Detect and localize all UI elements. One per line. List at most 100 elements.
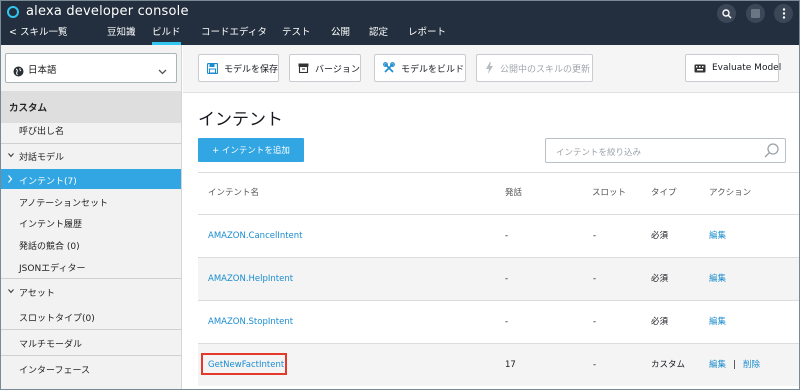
window: alexa developer console < スキル一覧 豆知識 ビルド … (0, 0, 800, 390)
intent-type: 必須 (651, 274, 669, 284)
top-bar: alexa developer console < スキル一覧 豆知識 ビルド … (1, 1, 799, 45)
version-label: バージョン (315, 64, 360, 75)
intent-type: 必須 (651, 231, 669, 241)
save-disk-icon (207, 62, 218, 74)
keyboard-icon (694, 64, 706, 73)
sidebar-item-label: インテント(7) (19, 177, 77, 187)
evaluate-model-label: Evaluate Model (712, 63, 782, 73)
intent-name-link[interactable]: AMAZON.StopIntent (208, 301, 293, 343)
edit-link[interactable]: 編集 (709, 215, 726, 257)
intent-filter-input[interactable]: インテントを絞り込み (545, 138, 786, 163)
archive-box-icon (298, 63, 309, 73)
sidebar-item-invocation[interactable]: 呼び出し名 (1, 120, 181, 143)
divider (1, 278, 181, 279)
search-icon[interactable] (717, 4, 736, 23)
slot-count: - (593, 274, 597, 284)
sidebar-item-label: 発話の競合 (0) (19, 242, 80, 252)
intent-name-link[interactable]: AMAZON.HelpIntent (208, 258, 293, 300)
sidebar-item-annotation-sets[interactable]: アノテーションセット (1, 192, 181, 212)
update-live-skill-label: 公開中のスキルの更新 (500, 64, 591, 75)
sidebar-section-custom[interactable]: カスタム (1, 91, 181, 123)
sidebar-item-label: マルチモーダル (19, 340, 83, 350)
edit-link[interactable]: 編集 (709, 344, 726, 386)
sidebar-item-label: インターフェース (19, 366, 91, 376)
table-row: GetNewFactIntent 17 - カスタム 編集 | 削除 (198, 344, 799, 386)
utterance-count: - (505, 317, 509, 327)
intent-type: 必須 (651, 317, 669, 327)
intent-type: カスタム (651, 360, 686, 370)
sidebar-item-dialog-model[interactable]: 対話モデル (1, 147, 181, 165)
slot-count: - (593, 231, 597, 241)
build-model-label: モデルをビルド (401, 64, 465, 75)
sidebar-item-utterance-conflicts[interactable]: 発話の競合 (0) (1, 235, 181, 255)
table-row: AMAZON.CancelIntent - - 必須 編集 (198, 215, 799, 257)
save-model-button[interactable]: モデルを保存 (198, 54, 279, 82)
divider (1, 355, 181, 356)
chevron-down-icon (8, 151, 14, 161)
lightning-icon (485, 62, 494, 74)
nav-item-reports[interactable]: レポート (408, 26, 446, 45)
utterance-count: - (505, 274, 509, 284)
filter-placeholder: インテントを絞り込み (556, 148, 642, 158)
sidebar-item-interfaces[interactable]: インターフェース (1, 358, 181, 378)
table-row: AMAZON.StopIntent - - 必須 編集 (198, 301, 799, 343)
utterance-count: - (505, 231, 509, 241)
evaluate-model-button[interactable]: Evaluate Model (685, 54, 782, 82)
search-icon (763, 142, 781, 164)
sidebar-item-label: アセット (19, 289, 55, 299)
sidebar-item-label: アノテーションセット (19, 199, 109, 209)
intent-name-link[interactable]: AMAZON.CancelIntent (208, 215, 303, 257)
table-row: AMAZON.HelpIntent - - 必須 編集 (198, 258, 799, 300)
globe-icon (13, 62, 24, 81)
delete-link[interactable]: 削除 (743, 344, 760, 386)
intent-name-link[interactable]: GetNewFactIntent (208, 344, 284, 386)
sidebar-item-intents[interactable]: インテント(7) (1, 169, 181, 189)
main-content: モデルを保存 バージョン モデルをビルド 公開中のスキルの更新 Evaluate… (183, 45, 799, 389)
toolbar: モデルを保存 バージョン モデルをビルド 公開中のスキルの更新 Evaluate… (183, 45, 799, 93)
sidebar-item-label: 対話モデル (19, 153, 65, 163)
nav-item-distribution[interactable]: 公開 (331, 26, 350, 45)
sidebar-item-slot-types[interactable]: スロットタイプ(0) (1, 307, 181, 327)
back-to-skills-link[interactable]: < スキル一覧 (9, 26, 67, 45)
build-model-button[interactable]: モデルをビルド (374, 54, 466, 82)
language-label: 日本語 (28, 65, 57, 76)
slot-count: - (593, 317, 597, 327)
nav-item-certification[interactable]: 認定 (369, 26, 388, 45)
sidebar-item-json-editor[interactable]: JSONエディター (1, 257, 181, 277)
column-header-name: インテント名 (208, 188, 260, 198)
utterance-count: 17 (505, 360, 516, 370)
sidebar-section-label: カスタム (9, 103, 48, 114)
divider (1, 329, 181, 330)
chevron-right-icon (7, 175, 13, 186)
save-model-label: モデルを保存 (224, 64, 279, 75)
column-header-slots: スロット (592, 188, 627, 198)
nav-item-test[interactable]: テスト (282, 26, 311, 45)
sidebar-item-multimodal[interactable]: マルチモーダル (1, 333, 181, 353)
wrench-tools-icon (383, 62, 395, 74)
sidebar-item-label: スロットタイプ(0) (19, 314, 95, 324)
more-vertical-icon[interactable] (774, 4, 793, 23)
nav-item-skill[interactable]: 豆知識 (107, 26, 136, 45)
column-header-actions: アクション (709, 188, 752, 198)
update-live-skill-button[interactable]: 公開中のスキルの更新 (476, 54, 593, 82)
sidebar-item-label: JSONエディター (19, 264, 86, 274)
sidebar-item-assets[interactable]: アセット (1, 282, 181, 302)
add-intent-button[interactable]: + インテントを追加 (198, 138, 304, 162)
nav-item-build[interactable]: ビルド (152, 26, 181, 45)
sidebar-item-intent-history[interactable]: インテント履歴 (1, 213, 181, 233)
sidebar-item-label: インテント履歴 (19, 220, 83, 230)
chevron-down-icon (158, 61, 167, 80)
divider (1, 143, 181, 144)
apps-icon[interactable] (746, 4, 765, 23)
edit-link[interactable]: 編集 (709, 301, 726, 343)
sidebar: 日本語 カスタム 呼び出し名 対話モデル インテント(7) アノテーションセット (1, 45, 182, 389)
alexa-logo-icon (7, 6, 19, 18)
edit-link[interactable]: 編集 (709, 258, 726, 300)
version-button[interactable]: バージョン (289, 54, 361, 82)
sidebar-item-label: 呼び出し名 (19, 127, 65, 137)
language-select[interactable]: 日本語 (5, 53, 177, 83)
page-title: インテント (198, 110, 283, 130)
column-header-type: タイプ (651, 188, 677, 198)
nav-item-code-editor[interactable]: コードエディタ (201, 26, 267, 45)
app-title: alexa developer console (26, 4, 189, 19)
